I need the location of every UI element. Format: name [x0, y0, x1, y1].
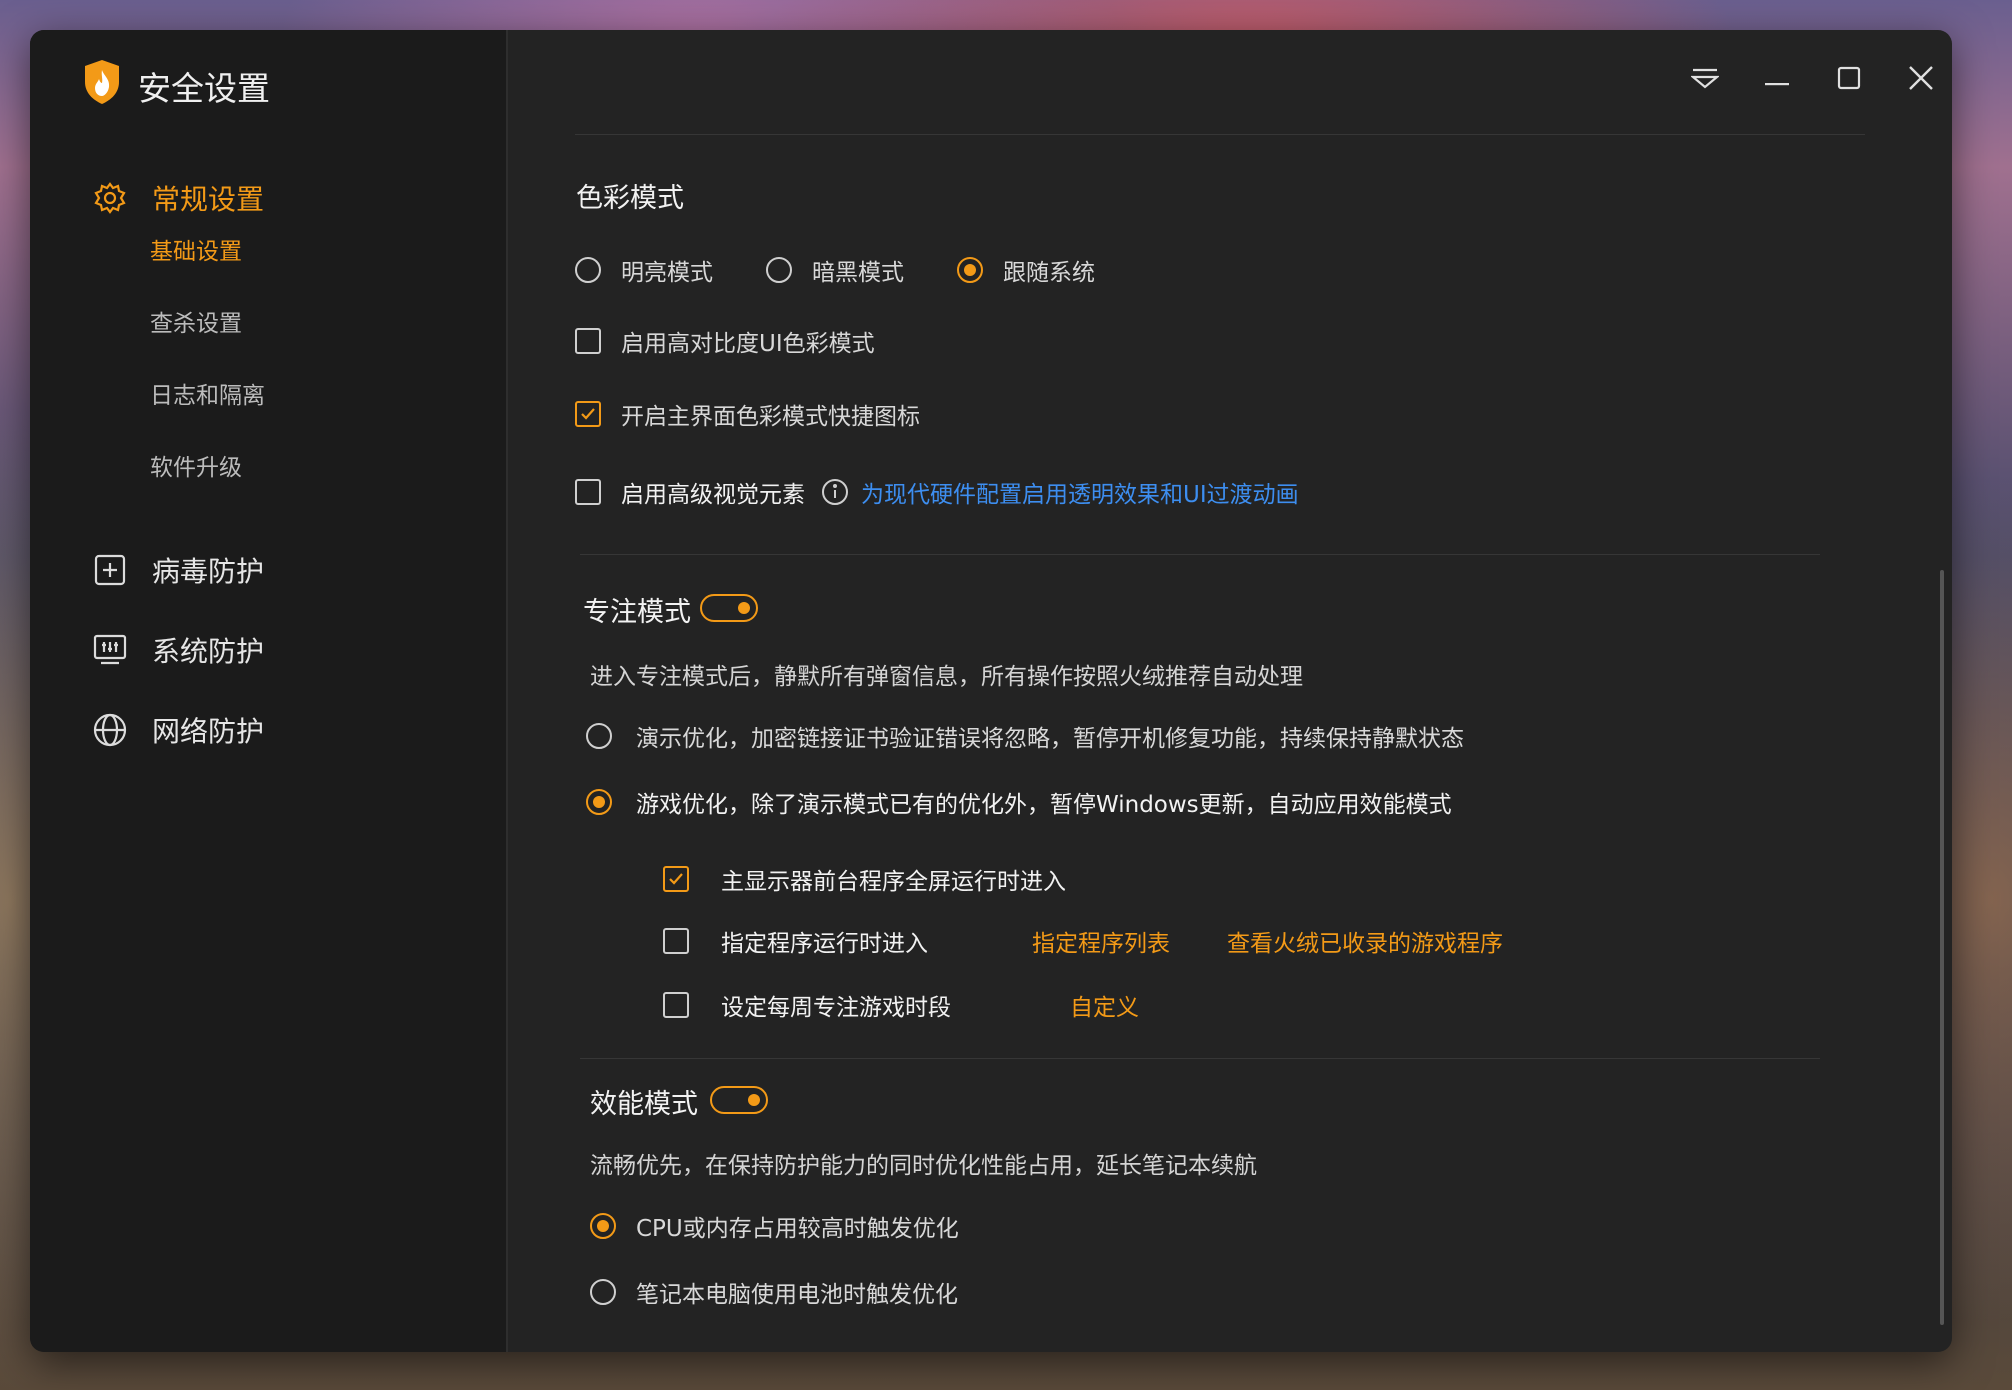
checkbox[interactable] [575, 328, 601, 354]
focus-mode-description: 进入专注模式后，静默所有弹窗信息，所有操作按照火绒推荐自动处理 [590, 664, 1303, 690]
plus-square-icon [92, 552, 128, 588]
top-divider [575, 134, 1865, 135]
sidebar-item-virus[interactable]: 病毒防护 [92, 545, 264, 595]
gear-icon [92, 180, 128, 216]
sidebar-subitem-upgrade[interactable]: 软件升级 [150, 448, 242, 482]
checkbox-fullscreen-enter[interactable]: 主显示器前台程序全屏运行时进入 [663, 862, 1066, 896]
radio-label: 跟随系统 [1003, 260, 1095, 286]
checkbox-high-contrast[interactable]: 启用高对比度UI色彩模式 [575, 324, 875, 358]
radio-follow-system[interactable]: 跟随系统 [957, 253, 1095, 287]
checkbox[interactable] [663, 928, 689, 954]
sidebar-item-label: 病毒防护 [152, 555, 265, 588]
checkbox-advanced-visual[interactable]: 启用高级视觉元素 为现代硬件配置启用透明效果和UI过渡动画 [575, 475, 1299, 509]
checkbox-label: 启用高对比度UI色彩模式 [621, 331, 875, 357]
info-icon[interactable] [821, 478, 849, 506]
radio-dark-mode[interactable]: 暗黑模式 [766, 253, 904, 287]
radio-button[interactable] [590, 1279, 616, 1305]
radio-button[interactable] [586, 723, 612, 749]
checkmark-icon [669, 873, 683, 885]
radio-label: 笔记本电脑使用电池时触发优化 [636, 1282, 958, 1308]
radio-game-optimize[interactable]: 游戏优化，除了演示模式已有的优化外，暂停Windows更新，自动应用效能模式 [586, 785, 1452, 819]
settings-window: 安全设置 常规设置 基础设置 查杀设置 日志和隔离 软件升级 病毒防护 系统防护… [30, 30, 1952, 1352]
radio-button[interactable] [766, 257, 792, 283]
focus-mode-title: 专注模式 [583, 597, 691, 628]
radio-cpu-trigger[interactable]: CPU或内存占用较高时触发优化 [590, 1209, 959, 1243]
efficiency-mode-toggle[interactable] [710, 1086, 768, 1114]
checkbox[interactable] [663, 866, 689, 892]
maximize-button[interactable] [1829, 60, 1869, 100]
sidebar-item-label: 网络防护 [152, 715, 265, 748]
game-list-link[interactable]: 查看火绒已收录的游戏程序 [1227, 924, 1503, 958]
sidebar-item-network[interactable]: 网络防护 [92, 705, 264, 755]
section-divider [580, 1058, 1820, 1059]
radio-battery-trigger[interactable]: 笔记本电脑使用电池时触发优化 [590, 1275, 958, 1309]
custom-schedule-link[interactable]: 自定义 [1070, 988, 1139, 1022]
efficiency-mode-description: 流畅优先，在保持防护能力的同时优化性能占用，延长笔记本续航 [590, 1153, 1257, 1179]
radio-button[interactable] [586, 789, 612, 815]
checkbox-program-enter[interactable]: 指定程序运行时进入 [663, 924, 928, 958]
checkbox-weekly-schedule[interactable]: 设定每周专注游戏时段 [663, 988, 951, 1022]
radio-label: CPU或内存占用较高时触发优化 [636, 1216, 959, 1242]
sidebar-subitem-log[interactable]: 日志和隔离 [150, 376, 265, 410]
minimize-icon [1765, 71, 1789, 90]
radio-label: 演示优化，加密链接证书验证错误将忽略，暂停开机修复功能，持续保持静默状态 [636, 726, 1464, 752]
radio-label: 暗黑模式 [812, 260, 904, 286]
menu-icon [1689, 67, 1721, 93]
radio-light-mode[interactable]: 明亮模式 [575, 253, 713, 287]
checkbox-shortcut-icon[interactable]: 开启主界面色彩模式快捷图标 [575, 397, 920, 431]
checkmark-icon [581, 408, 595, 420]
sidebar-item-label: 系统防护 [152, 635, 265, 668]
program-list-link[interactable]: 指定程序列表 [1032, 924, 1170, 958]
main-content: 色彩模式 明亮模式 暗黑模式 跟随系统 启用高对比度UI色彩模式 开启主界面色彩… [510, 30, 1952, 1352]
sidebar: 安全设置 常规设置 基础设置 查杀设置 日志和隔离 软件升级 病毒防护 系统防护… [30, 30, 508, 1352]
sidebar-item-system[interactable]: 系统防护 [92, 625, 264, 675]
close-button[interactable] [1901, 60, 1941, 100]
checkbox-label: 启用高级视觉元素 [621, 482, 805, 508]
sidebar-subitem-scan[interactable]: 查杀设置 [150, 304, 242, 338]
sidebar-item-general[interactable]: 常规设置 [92, 173, 264, 223]
sidebar-item-label: 常规设置 [152, 183, 265, 216]
radio-label: 明亮模式 [621, 260, 713, 286]
efficiency-mode-title: 效能模式 [590, 1089, 698, 1120]
shield-flame-icon [82, 58, 122, 106]
checkbox-label: 指定程序运行时进入 [721, 931, 928, 957]
radio-button[interactable] [590, 1213, 616, 1239]
checkbox[interactable] [575, 479, 601, 505]
system-monitor-icon [92, 632, 128, 668]
color-mode-title: 色彩模式 [576, 183, 684, 214]
checkbox-label: 设定每周专注游戏时段 [721, 995, 951, 1021]
sidebar-subitem-basic[interactable]: 基础设置 [150, 232, 242, 266]
checkbox-label: 主显示器前台程序全屏运行时进入 [721, 869, 1066, 895]
focus-mode-toggle[interactable] [700, 594, 758, 622]
app-title: 安全设置 [138, 69, 270, 108]
section-divider [580, 554, 1820, 555]
checkbox[interactable] [575, 401, 601, 427]
globe-icon [92, 712, 128, 748]
radio-button[interactable] [957, 257, 983, 283]
maximize-icon [1837, 66, 1861, 94]
checkbox[interactable] [663, 992, 689, 1018]
close-icon [1908, 65, 1934, 95]
radio-presentation-optimize[interactable]: 演示优化，加密链接证书验证错误将忽略，暂停开机修复功能，持续保持静默状态 [586, 719, 1464, 753]
visual-effects-link[interactable]: 为现代硬件配置启用透明效果和UI过渡动画 [861, 475, 1299, 509]
minimize-button[interactable] [1757, 60, 1797, 100]
radio-label: 游戏优化，除了演示模式已有的优化外，暂停Windows更新，自动应用效能模式 [636, 792, 1452, 818]
menu-button[interactable] [1685, 60, 1725, 100]
checkbox-label: 开启主界面色彩模式快捷图标 [621, 404, 920, 430]
radio-button[interactable] [575, 257, 601, 283]
scrollbar[interactable] [1940, 570, 1944, 1325]
